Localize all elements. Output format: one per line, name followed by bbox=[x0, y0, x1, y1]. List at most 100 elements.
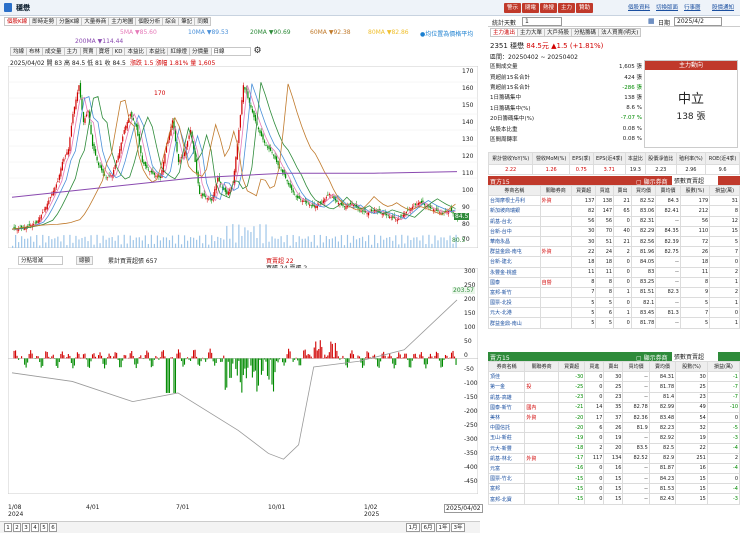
table-row[interactable]: 頂佳 -30 0 30 -- 84.31 30 -1 bbox=[487, 371, 740, 383]
range-1y[interactable]: 1年 bbox=[436, 523, 450, 532]
lower-chart[interactable] bbox=[8, 268, 478, 494]
laxis-m50: -50 bbox=[464, 366, 474, 373]
netbuy-bar bbox=[306, 355, 308, 359]
table-row[interactable]: 凱基-台北 56 56 0 82.31 -- 56 12 bbox=[488, 215, 740, 227]
ct-kd[interactable]: KD bbox=[111, 47, 126, 56]
range-1m[interactable]: 1月 bbox=[406, 523, 420, 532]
ct-vol[interactable]: 成交量 bbox=[42, 47, 65, 56]
btn-alert[interactable]: 閉電 bbox=[522, 3, 540, 13]
table-row[interactable]: 群益金鼎-南山 5 5 0 81.78 -- 5 1 bbox=[488, 317, 740, 329]
rtab-branch[interactable]: 分點籌碼 bbox=[571, 28, 600, 37]
rtab-big[interactable]: 主力大單 bbox=[517, 28, 546, 37]
link-calendar[interactable]: 行事曆 bbox=[684, 3, 701, 11]
ct-boll[interactable]: 布林 bbox=[26, 47, 44, 56]
table-row[interactable]: 華南永昌 30 51 21 82.56 82.39 72 5 bbox=[488, 235, 740, 248]
page-1[interactable]: 1 bbox=[4, 523, 12, 532]
tab-minute[interactable]: 分盤K線 bbox=[56, 17, 83, 26]
table-row[interactable]: 台新-台中 30 70 40 82.29 84.35 110 15 bbox=[488, 225, 740, 237]
page-6[interactable]: 6 bbox=[49, 523, 57, 532]
table-row[interactable]: 永豐金-桃盛 11 11 0 83 -- 11 2 bbox=[488, 266, 740, 278]
table-row[interactable]: 凱基-林北 外資 -17 117 134 82.52 82.9 251 2 bbox=[487, 452, 740, 464]
ct-tower[interactable]: 寶塔 bbox=[95, 47, 113, 56]
table-row[interactable]: 台新-建北 18 18 0 84.05 -- 18 0 bbox=[488, 256, 740, 268]
btn-sponsor[interactable]: 贊助 bbox=[576, 3, 594, 13]
table-row[interactable]: 國票-竹北 -15 0 15 -- 84.23 15 0 bbox=[487, 473, 740, 485]
netbuy-bar bbox=[134, 358, 136, 365]
table-row[interactable]: 富邦-新竹 7 8 1 81.51 82.3 9 2 bbox=[488, 286, 740, 299]
ct-pe[interactable]: 本益比 bbox=[124, 47, 147, 56]
rtab-main[interactable]: 主力進出 bbox=[490, 28, 519, 37]
table-row[interactable]: 元富 -16 0 16 -- 81.87 16 -4 bbox=[487, 462, 740, 475]
tab-main-map[interactable]: 主力地圖 bbox=[108, 17, 137, 26]
tab-analysis[interactable]: 個股分析 bbox=[135, 17, 164, 26]
table-row[interactable]: 國泰 自營 8 8 0 83.25 -- 8 1 bbox=[488, 276, 740, 288]
table-row[interactable]: 富邦 -15 0 15 -- 81.53 15 -4 bbox=[487, 483, 740, 495]
link-stock-info[interactable]: 個股資料 bbox=[628, 3, 650, 11]
btn-hot[interactable]: 熱搜 bbox=[540, 3, 558, 13]
netbuy-bar bbox=[289, 351, 291, 359]
range-6m[interactable]: 6月 bbox=[421, 523, 435, 532]
table-cell: 外資 bbox=[524, 411, 559, 424]
table-cell: 富邦-新竹 bbox=[488, 286, 541, 299]
table-row[interactable]: 國泰-新竹 國內 -21 14 35 82.78 82.99 49 -10 bbox=[487, 401, 740, 413]
volume-bar bbox=[69, 234, 71, 248]
table-row[interactable]: 元大-新豐 -18 2 20 83.5 82.5 22 -4 bbox=[487, 442, 740, 454]
ct-light[interactable]: 紅綠燈 bbox=[167, 47, 190, 56]
table-row[interactable]: 國票-北投 5 5 0 82.1 -- 5 1 bbox=[488, 297, 740, 309]
table-row[interactable]: 富邦-北寶 -15 0 15 -- 82.43 15 -3 bbox=[487, 493, 740, 505]
tab-kline[interactable]: 個股K線 bbox=[4, 17, 31, 26]
volume-bar bbox=[268, 241, 270, 248]
ct-trade[interactable]: 買賣 bbox=[79, 47, 97, 56]
tab-peer[interactable]: 同類 bbox=[194, 17, 212, 26]
link-alert[interactable]: 股價通知 bbox=[712, 3, 734, 11]
table-cell: 新加坡商瑞銀 bbox=[488, 205, 541, 217]
gear-icon[interactable]: ⚙ bbox=[254, 47, 262, 56]
netbuy-bar bbox=[390, 356, 392, 359]
range-3y[interactable]: 3年 bbox=[451, 523, 465, 532]
lower-button[interactable]: 總額 bbox=[75, 256, 93, 265]
ct-main[interactable]: 主力 bbox=[63, 47, 81, 56]
stat-select[interactable]: 1 bbox=[522, 17, 562, 26]
tab-summary[interactable]: 綜合 bbox=[162, 17, 180, 26]
table-cell: 81.4 bbox=[648, 391, 677, 403]
netbuy-bar bbox=[256, 358, 258, 392]
rtab-holders[interactable]: 大戶持股 bbox=[544, 28, 573, 37]
price-chart[interactable] bbox=[8, 66, 478, 248]
netbuy-bar bbox=[242, 358, 244, 376]
table-cell: 6 bbox=[595, 307, 615, 319]
tab-volume-broker[interactable]: 大量券商 bbox=[81, 17, 110, 26]
lower-select[interactable]: 分點增減 bbox=[18, 256, 63, 265]
table-row[interactable]: 美林 外資 -20 17 37 82.36 83.48 54 0 bbox=[487, 411, 740, 424]
table-cell: 70 bbox=[595, 225, 615, 237]
tab-notes[interactable]: 筆記 bbox=[178, 17, 196, 26]
table-row[interactable]: 中國信託 -20 6 26 81.9 82.23 32 -5 bbox=[487, 422, 740, 434]
table-row[interactable]: 台灣摩根士丹利 外資 137 138 21 82.52 84.3 179 31 bbox=[488, 195, 740, 207]
period-select[interactable]: 日線 bbox=[210, 47, 251, 56]
ct-ma[interactable]: 均線 bbox=[10, 47, 28, 56]
page-5[interactable]: 5 bbox=[40, 523, 48, 532]
link-layout[interactable]: 切換版面 bbox=[656, 3, 678, 11]
ct-pe2[interactable]: 本益比 bbox=[145, 47, 169, 56]
sell-select[interactable]: 張數買賣超 bbox=[672, 352, 718, 361]
table-row[interactable]: 群益金鼎-南屯 外資 22 24 2 81.96 82.75 26 7 bbox=[488, 246, 740, 258]
buy-select[interactable]: 張數買賣超 bbox=[672, 176, 718, 185]
netbuy-bar bbox=[238, 358, 240, 361]
home-icon[interactable] bbox=[4, 3, 12, 12]
table-cell: 15 bbox=[675, 493, 708, 505]
btn-warning[interactable]: 警示 bbox=[504, 3, 522, 13]
table-row[interactable]: 凱基-高雄 -23 0 23 -- 81.4 23 -7 bbox=[487, 391, 740, 403]
rtab-inst[interactable]: 法人買賣(明天) bbox=[598, 28, 642, 37]
table-row[interactable]: 元大-北港 5 6 1 83.45 81.3 7 0 bbox=[488, 307, 740, 319]
volume-bar bbox=[410, 240, 412, 248]
tab-realtime[interactable]: 即時走勢 bbox=[29, 17, 58, 26]
ct-volprice[interactable]: 分價量 bbox=[188, 47, 212, 56]
table-row[interactable]: 第一金投 -25 0 25 -- 81.78 25 -7 bbox=[487, 381, 740, 393]
page-3[interactable]: 3 bbox=[22, 523, 30, 532]
table-row[interactable]: 新加坡商瑞銀 82 147 65 83.06 82.41 212 8 bbox=[488, 205, 740, 217]
calendar-icon[interactable]: ▦ bbox=[648, 17, 655, 25]
btn-main[interactable]: 主力 bbox=[558, 3, 576, 13]
date-input[interactable]: 2025/4/2 bbox=[674, 17, 722, 26]
page-2[interactable]: 2 bbox=[13, 523, 21, 532]
page-4[interactable]: 4 bbox=[31, 523, 39, 532]
table-row[interactable]: 玉山-新莊 -19 0 19 -- 82.92 19 -3 bbox=[487, 432, 740, 444]
